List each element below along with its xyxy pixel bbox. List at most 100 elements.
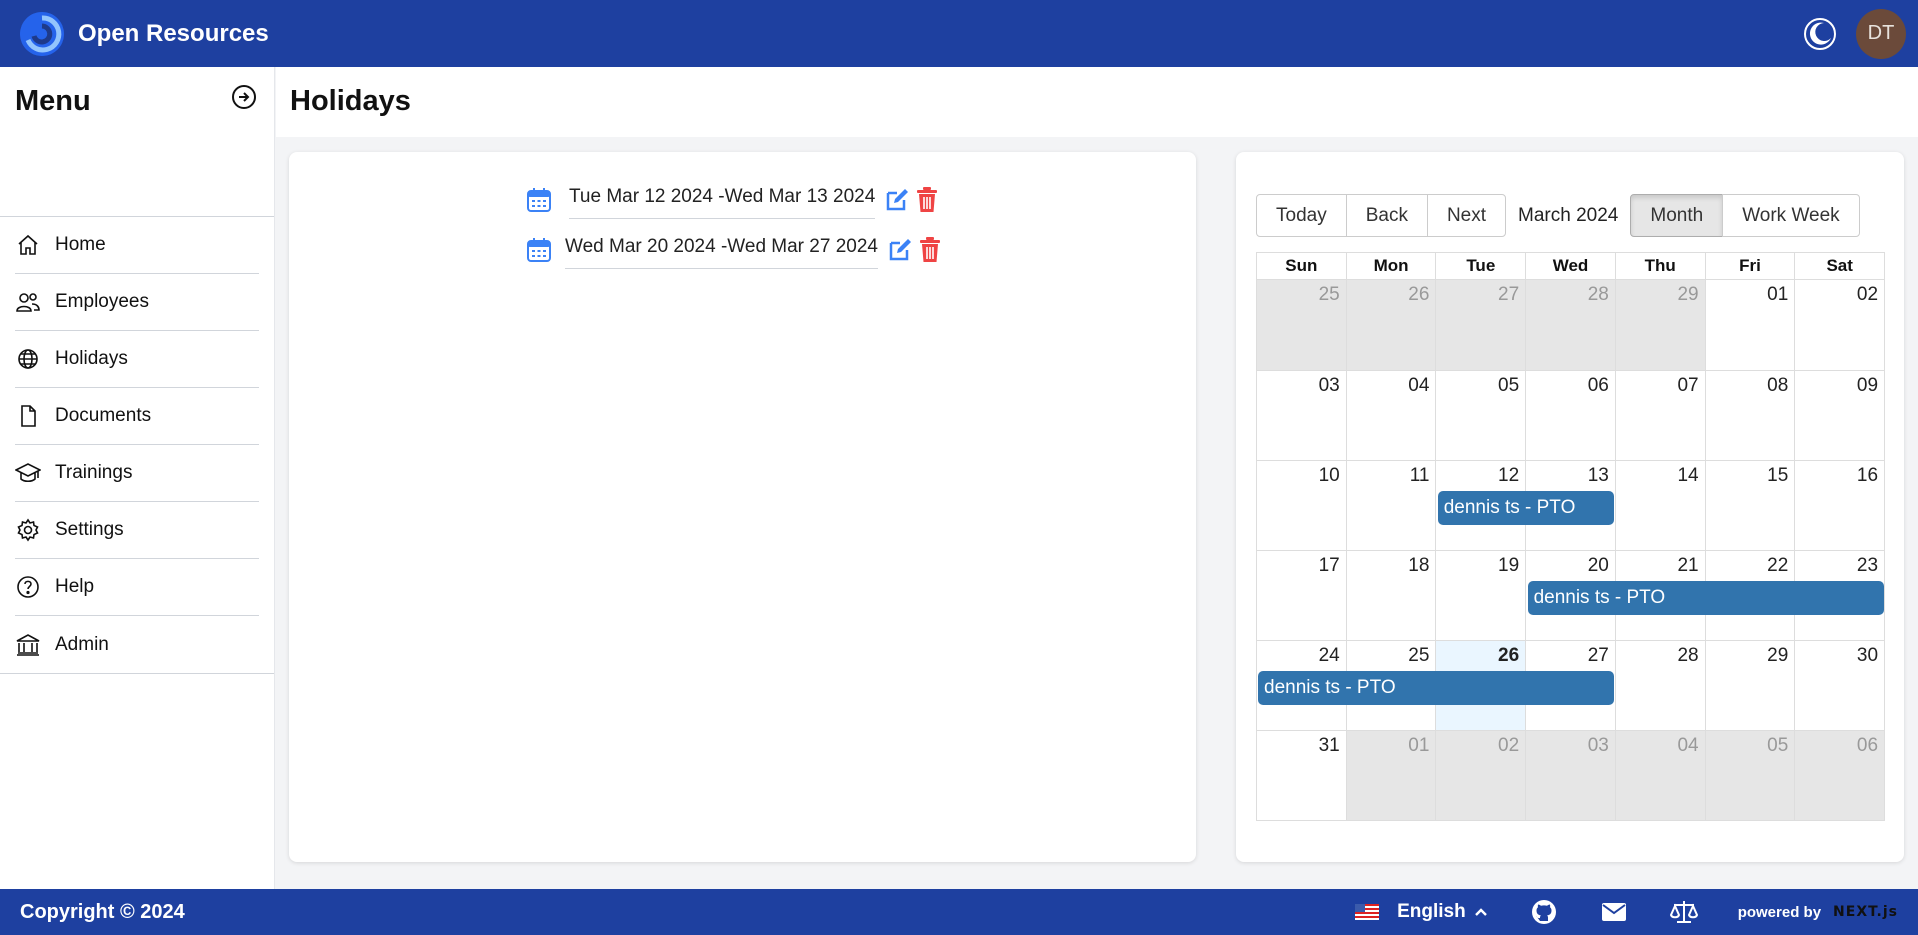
calendar-day-cell[interactable]: 19 <box>1435 551 1525 640</box>
back-button[interactable]: Back <box>1345 194 1428 237</box>
calendar-icon <box>527 237 551 262</box>
sidebar-item-label: Help <box>55 576 95 597</box>
top-bar: Open Resources DT <box>0 0 1918 67</box>
sidebar-item-holidays[interactable]: Holidays <box>15 331 259 388</box>
calendar-day-cell[interactable]: 27 <box>1435 280 1526 370</box>
calendar-day-cell[interactable]: 14 <box>1614 461 1705 550</box>
calendar-event[interactable]: dennis ts - PTO <box>1258 671 1615 705</box>
calendar-day-cell[interactable]: 28 <box>1525 280 1615 370</box>
calendar-day-cell[interactable]: 31 <box>1257 731 1346 820</box>
sidebar-item-help[interactable]: Help <box>15 559 259 616</box>
calendar-day-cell[interactable]: 06 <box>1525 371 1615 460</box>
today-button[interactable]: Today <box>1256 194 1347 237</box>
edit-icon[interactable] <box>883 186 911 214</box>
weekday-label: Wed <box>1525 253 1615 279</box>
graduation-cap-icon <box>15 460 41 486</box>
edit-icon[interactable] <box>886 236 914 264</box>
sidebar-item-label: Home <box>55 234 106 255</box>
calendar-week-row: 03 04 05 06 07 08 09 <box>1257 370 1884 460</box>
calendar-day-cell[interactable]: 29 <box>1614 280 1705 370</box>
calendar-day-cell[interactable]: 02 <box>1794 280 1884 370</box>
calendar-month-label: March 2024 <box>1518 204 1619 226</box>
next-button[interactable]: Next <box>1426 194 1507 237</box>
calendar-week-row: 24 25 26 27 28 29 30 dennis ts - PTO <box>1257 640 1884 730</box>
app-title[interactable]: Open Resources <box>78 20 269 48</box>
sidebar-header: Menu <box>0 67 274 217</box>
us-flag-icon <box>1355 904 1380 920</box>
globe-icon <box>15 346 41 372</box>
calendar-day-cell[interactable]: 30 <box>1794 641 1884 730</box>
weekday-label: Mon <box>1345 253 1436 279</box>
calendar-panel: Today Back Next March 2024 Month Work We… <box>1236 152 1904 862</box>
month-view-button[interactable]: Month <box>1630 194 1724 237</box>
sidebar-item-admin[interactable]: Admin <box>15 616 259 673</box>
calendar-day-cell[interactable]: 28 <box>1614 641 1705 730</box>
weekday-label: Tue <box>1435 253 1525 279</box>
weekday-header: Sun Mon Tue Wed Thu Fri Sat <box>1257 253 1884 280</box>
sidebar-item-documents[interactable]: Documents <box>15 388 259 445</box>
sidebar-item-trainings[interactable]: Trainings <box>15 445 259 502</box>
sidebar-item-label: Trainings <box>55 462 133 483</box>
sidebar-item-label: Employees <box>55 291 149 312</box>
calendar-day-cell[interactable]: 05 <box>1435 371 1525 460</box>
calendar-day-cell[interactable]: 09 <box>1794 371 1884 460</box>
sidebar-item-label: Documents <box>55 405 152 426</box>
calendar-day-cell[interactable]: 03 <box>1525 731 1615 820</box>
calendar-day-cell[interactable]: 04 <box>1345 371 1436 460</box>
calendar-day-cell[interactable]: 17 <box>1257 551 1346 640</box>
weekday-label: Thu <box>1614 253 1705 279</box>
calendar-day-cell[interactable]: 15 <box>1704 461 1795 550</box>
weekday-label: Sat <box>1794 253 1884 279</box>
work-week-view-button[interactable]: Work Week <box>1722 194 1860 237</box>
language-selector[interactable]: English <box>1355 901 1488 923</box>
calendar-view-group: Month Work Week <box>1630 194 1860 237</box>
circle-arrow-right-icon[interactable] <box>231 84 257 110</box>
home-icon <box>15 232 41 258</box>
calendar-day-cell[interactable]: 05 <box>1704 731 1795 820</box>
sidebar-item-employees[interactable]: Employees <box>15 274 259 331</box>
calendar-day-cell[interactable]: 01 <box>1704 280 1795 370</box>
calendar-week-row: 25 26 27 28 29 01 02 <box>1257 280 1884 370</box>
calendar-week-row: 31 01 02 03 04 05 06 <box>1257 730 1885 820</box>
calendar-event[interactable]: dennis ts - PTO <box>1527 581 1884 615</box>
calendar-day-cell[interactable]: 03 <box>1257 371 1346 460</box>
page-title: Holidays <box>290 85 411 117</box>
powered-by-label: powered by <box>1737 903 1822 921</box>
calendar-day-cell[interactable]: 16 <box>1794 461 1884 550</box>
sidebar-item-settings[interactable]: Settings <box>15 502 259 559</box>
mail-icon[interactable] <box>1600 898 1628 926</box>
calendar-icon <box>527 187 551 212</box>
page-header: Holidays <box>276 67 1918 137</box>
moon-icon[interactable] <box>1802 16 1838 52</box>
calendar-day-cell[interactable]: 01 <box>1345 731 1436 820</box>
calendar-day-cell[interactable]: 10 <box>1257 461 1346 550</box>
calendar-day-cell[interactable]: 06 <box>1794 731 1885 820</box>
calendar-day-cell[interactable]: 04 <box>1614 731 1705 820</box>
calendar-day-cell[interactable]: 11 <box>1345 461 1436 550</box>
trash-icon[interactable] <box>916 236 944 264</box>
calendar-day-cell[interactable]: 08 <box>1704 371 1795 460</box>
github-icon[interactable] <box>1530 898 1558 926</box>
language-label: English <box>1397 901 1466 922</box>
calendar-day-cell[interactable]: 29 <box>1704 641 1795 730</box>
user-avatar[interactable]: DT <box>1856 8 1906 59</box>
calendar-toolbar: Today Back Next March 2024 Month Work We… <box>1256 194 1860 237</box>
sidebar-item-home[interactable]: Home <box>15 217 259 274</box>
calendar-nav-group: Today Back Next <box>1256 194 1507 237</box>
holiday-item: Tue Mar 12 2024 -Wed Mar 13 2024 <box>525 180 941 219</box>
document-icon <box>15 403 41 429</box>
scale-icon[interactable] <box>1669 898 1698 926</box>
calendar-day-cell[interactable]: 07 <box>1614 371 1705 460</box>
calendar-day-cell[interactable]: 25 <box>1257 280 1346 370</box>
sidebar-item-label: Admin <box>55 633 109 655</box>
calendar-event[interactable]: dennis ts - PTO <box>1437 491 1615 525</box>
trash-icon[interactable] <box>913 186 941 214</box>
sidebar-title: Menu <box>15 85 91 117</box>
sidebar: Menu Home Employees Holidays Documents T… <box>0 67 275 889</box>
holiday-date-range: Tue Mar 12 2024 -Wed Mar 13 2024 <box>569 180 876 219</box>
nextjs-logo[interactable]: NEXT.js <box>1833 904 1898 920</box>
calendar-day-cell[interactable]: 18 <box>1345 551 1436 640</box>
calendar-day-cell[interactable]: 26 <box>1345 280 1436 370</box>
calendar-day-cell[interactable]: 02 <box>1435 731 1526 820</box>
app-logo[interactable] <box>20 11 64 56</box>
